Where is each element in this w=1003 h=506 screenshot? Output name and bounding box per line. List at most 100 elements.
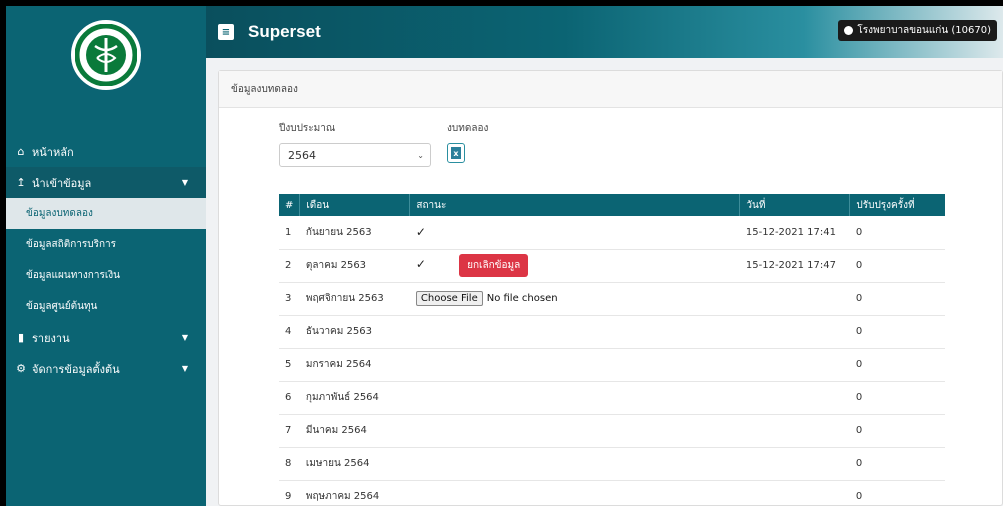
content-card: ข้อมูลงบทดลอง ปีงบประมาณ งบทดลอง 2564 ⌄ … xyxy=(218,70,1003,506)
table-row: 6 กุมภาพันธ์ 2564 0 xyxy=(279,381,945,415)
row-month: ธันวาคม 2563 xyxy=(299,315,410,349)
row-status xyxy=(409,315,740,349)
excel-icon: x xyxy=(451,147,461,159)
gear-icon: ⚙ xyxy=(16,362,26,375)
sidebar-item-reports[interactable]: ▮ รายงาน ▼ xyxy=(6,322,206,353)
row-month: พฤศจิกายน 2563 xyxy=(299,282,410,316)
excel-download-button[interactable]: x xyxy=(447,143,465,163)
row-revision: 0 xyxy=(849,216,945,250)
row-status: ✓ xyxy=(409,216,740,250)
card-title: ข้อมูลงบทดลอง xyxy=(219,71,1002,108)
no-file-label: No file chosen xyxy=(486,293,558,304)
row-revision: 0 xyxy=(849,348,945,382)
col-month: เดือน xyxy=(299,194,411,216)
user-button[interactable]: โรงพยาบาลขอนแก่น (10670) xyxy=(838,20,997,41)
sidebar-item-label: นำเข้าข้อมูล xyxy=(32,176,92,190)
row-status: ✓ ยกเลิกข้อมูล xyxy=(409,249,740,283)
brand-title: Superset xyxy=(248,22,321,41)
logo-area xyxy=(6,6,206,136)
ministry-logo xyxy=(71,20,141,90)
table-row: 3 พฤศจิกายน 2563 Choose File No file chos… xyxy=(279,282,945,316)
trial-filter-label: งบทดลอง xyxy=(447,123,489,134)
row-revision: 0 xyxy=(849,447,945,481)
sidebar-subitem-service-stats[interactable]: ข้อมูลสถิติการบริการ xyxy=(6,229,206,260)
row-date xyxy=(739,315,850,349)
home-icon: ⌂ xyxy=(17,145,25,158)
row-date xyxy=(739,282,850,316)
table-header-row: # เดือน สถานะ วันที่ ปรับปรุงครั้งที่ xyxy=(279,194,945,216)
row-date xyxy=(739,447,850,481)
table-row: 7 มีนาคม 2564 0 xyxy=(279,414,945,448)
col-revision: ปรับปรุงครั้งที่ xyxy=(856,199,915,211)
file-icon: ▮ xyxy=(17,331,25,344)
row-month: กุมภาพันธ์ 2564 xyxy=(299,381,410,415)
row-month: พฤษภาคม 2564 xyxy=(299,480,410,506)
check-icon: ✓ xyxy=(415,225,426,240)
row-status xyxy=(409,414,740,448)
col-number: # xyxy=(279,194,301,216)
row-revision: 0 xyxy=(849,282,945,316)
row-revision: 0 xyxy=(849,249,945,283)
row-month: ตุลาคม 2563 xyxy=(299,249,410,283)
row-date: 15-12-2021 17:41 xyxy=(739,216,850,250)
chevron-down-icon: ⌄ xyxy=(417,150,424,160)
row-number: 7 xyxy=(279,414,300,448)
row-number: 1 xyxy=(279,216,300,250)
sidebar-subitem-trial-balance[interactable]: ข้อมูลงบทดลอง xyxy=(6,198,206,229)
cancel-data-button[interactable]: ยกเลิกข้อมูล xyxy=(459,254,529,277)
hamburger-icon: ≡ xyxy=(221,26,231,38)
ministry-seal-icon xyxy=(75,24,137,86)
row-status xyxy=(409,480,740,506)
row-date xyxy=(739,381,850,415)
sidebar-item-settings[interactable]: ⚙ จัดการข้อมูลตั้งต้น ▼ xyxy=(6,353,206,384)
sidebar-item-label: หน้าหลัก xyxy=(32,145,74,159)
table-row: 2 ตุลาคม 2563 ✓ ยกเลิกข้อมูล 15-12-2021 … xyxy=(279,249,945,283)
row-number: 9 xyxy=(279,480,300,506)
topbar: ≡ Superset โรงพยาบาลขอนแก่น (10670) xyxy=(206,6,1003,58)
table-row: 5 มกราคม 2564 0 xyxy=(279,348,945,382)
trial-balance-table: # เดือน สถานะ วันที่ ปรับปรุงครั้งที่ 1 … xyxy=(279,194,945,506)
table-row: 4 ธันวาคม 2563 0 xyxy=(279,315,945,349)
sidebar-item-label: รายงาน xyxy=(32,331,70,345)
year-select[interactable]: 2564 ⌄ xyxy=(279,143,431,167)
table-row: 1 กันยายน 2563 ✓ 15-12-2021 17:41 0 xyxy=(279,216,945,250)
sidebar-item-home[interactable]: ⌂ หน้าหลัก xyxy=(6,136,206,167)
row-status xyxy=(409,447,740,481)
row-date xyxy=(739,414,850,448)
check-icon: ✓ xyxy=(415,257,426,271)
row-revision: 0 xyxy=(849,315,945,349)
row-status xyxy=(409,348,740,382)
choose-file-button[interactable]: Choose File xyxy=(415,291,483,306)
row-number: 6 xyxy=(279,381,300,415)
year-select-value: 2564 xyxy=(288,148,316,162)
row-number: 4 xyxy=(279,315,300,349)
table-row: 9 พฤษภาคม 2564 0 xyxy=(279,480,945,506)
row-month: มีนาคม 2564 xyxy=(299,414,410,448)
col-date: วันที่ xyxy=(739,194,851,216)
row-revision: 0 xyxy=(849,480,945,506)
year-filter-label: ปีงบประมาณ xyxy=(279,123,336,134)
sidebar: ⌂ หน้าหลัก ↥ นำเข้าข้อมูล ▼ ข้อมูลงบทดลอ… xyxy=(6,6,206,506)
sidebar-subitem-financial-plan[interactable]: ข้อมูลแผนทางการเงิน xyxy=(6,260,206,291)
row-date xyxy=(739,480,850,506)
row-number: 8 xyxy=(279,447,300,481)
table-row: 8 เมษายน 2564 0 xyxy=(279,447,945,481)
app-frame: ⌂ หน้าหลัก ↥ นำเข้าข้อมูล ▼ ข้อมูลงบทดลอ… xyxy=(6,6,1003,506)
row-number: 5 xyxy=(279,348,300,382)
row-number: 2 xyxy=(279,249,300,283)
upload-icon: ↥ xyxy=(16,176,26,189)
user-icon xyxy=(844,26,854,35)
chevron-down-icon: ▼ xyxy=(181,364,188,373)
user-label: โรงพยาบาลขอนแก่น (10670) xyxy=(857,25,991,36)
row-status: Choose File No file chosen xyxy=(409,282,740,316)
row-month: เมษายน 2564 xyxy=(299,447,410,481)
chevron-down-icon: ▼ xyxy=(181,333,188,342)
row-number: 3 xyxy=(279,282,300,316)
sidebar-item-import[interactable]: ↥ นำเข้าข้อมูล ▼ xyxy=(6,167,206,198)
row-status xyxy=(409,381,740,415)
sidebar-subitem-cost-center[interactable]: ข้อมูลศูนย์ต้นทุน xyxy=(6,291,206,322)
chevron-down-icon: ▼ xyxy=(181,178,188,187)
menu-toggle-button[interactable]: ≡ xyxy=(218,24,234,40)
row-revision: 0 xyxy=(849,414,945,448)
row-month: มกราคม 2564 xyxy=(299,348,410,382)
